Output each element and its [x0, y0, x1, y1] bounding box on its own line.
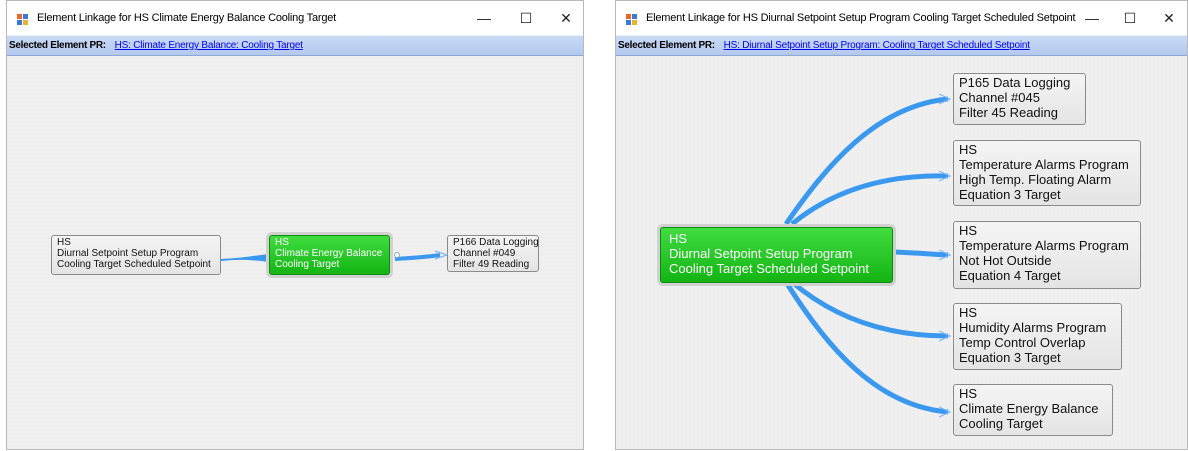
node-line: Channel #049 — [453, 248, 516, 259]
node-target-4[interactable]: HS Humidity Alarms Program Temp Control … — [953, 303, 1122, 370]
node-line: Climate Energy Balance — [275, 248, 383, 259]
node-line: P166 Data Logging — [453, 237, 539, 248]
edge-source-to-selected — [221, 254, 269, 262]
app-icon — [626, 14, 637, 25]
node-line: Filter 49 Reading — [453, 259, 530, 270]
node-line: HS — [959, 305, 978, 320]
node-line: Temperature Alarms Program — [959, 238, 1129, 253]
node-line: HS — [275, 237, 289, 248]
node-line: Climate Energy Balance — [959, 401, 1099, 416]
node-line: Not Hot Outside — [959, 253, 1052, 268]
node-line: Temperature Alarms Program — [959, 157, 1129, 172]
node-line: Cooling Target Scheduled Setpoint — [57, 259, 211, 270]
edge-to-target-1 — [783, 96, 949, 226]
node-line: Humidity Alarms Program — [959, 320, 1107, 335]
node-line: HS — [959, 223, 978, 238]
window-title: Element Linkage for HS Climate Energy Ba… — [37, 12, 337, 24]
selected-element-bar: Selected Element PR: HS: Diurnal Setpoin… — [616, 36, 1187, 56]
edge-selected-to-target — [394, 253, 441, 261]
edge-to-target-3 — [885, 249, 949, 258]
edge-to-target-5 — [783, 280, 949, 415]
node-line: HS — [57, 237, 71, 248]
node-source[interactable]: HS Diurnal Setpoint Setup Program Coolin… — [51, 235, 221, 275]
node-line: HS — [959, 142, 978, 157]
window-title: Element Linkage for HS Diurnal Setpoint … — [646, 12, 1076, 24]
selected-element-link[interactable]: HS: Climate Energy Balance: Cooling Targ… — [115, 40, 303, 51]
title-bar[interactable]: Element Linkage for HS Diurnal Setpoint … — [616, 1, 1187, 35]
title-bar[interactable]: Element Linkage for HS Climate Energy Ba… — [7, 1, 583, 35]
edge-port — [394, 252, 400, 258]
linkage-window-2: Element Linkage for HS Diurnal Setpoint … — [615, 0, 1188, 450]
node-target-1[interactable]: P165 Data Logging Channel #045 Filter 45… — [953, 73, 1086, 125]
close-button[interactable]: ✕ — [549, 6, 583, 30]
linkage-window-1: Element Linkage for HS Climate Energy Ba… — [6, 0, 584, 450]
node-line: Cooling Target — [275, 259, 340, 270]
node-target-2[interactable]: HS Temperature Alarms Program High Temp.… — [953, 140, 1141, 206]
node-line: P165 Data Logging — [959, 75, 1071, 90]
node-line: Diurnal Setpoint Setup Program — [669, 246, 853, 261]
node-line: Equation 3 Target — [959, 350, 1061, 365]
node-selected[interactable]: HS Climate Energy Balance Cooling Target — [269, 235, 390, 275]
maximize-button[interactable]: ☐ — [509, 6, 543, 30]
node-line: Equation 3 Target — [959, 187, 1061, 202]
linkage-canvas: HS Diurnal Setpoint Setup Program Coolin… — [7, 56, 583, 449]
node-line: Channel #045 — [959, 90, 1040, 105]
selected-element-label: Selected Element PR: — [618, 40, 715, 51]
minimize-button[interactable]: — — [1075, 6, 1109, 30]
node-line: Cooling Target Scheduled Setpoint — [669, 261, 869, 276]
linkage-canvas: HS Diurnal Setpoint Setup Program Coolin… — [616, 56, 1187, 449]
selected-element-bar: Selected Element PR: HS: Climate Energy … — [7, 36, 583, 56]
node-line: HS — [959, 386, 978, 401]
node-target-5[interactable]: HS Climate Energy Balance Cooling Target — [953, 384, 1113, 436]
node-target[interactable]: P166 Data Logging Channel #049 Filter 49… — [447, 235, 539, 272]
node-selected[interactable]: HS Diurnal Setpoint Setup Program Coolin… — [660, 227, 893, 283]
node-line: Cooling Target — [959, 416, 1043, 431]
node-line: HS — [669, 231, 688, 246]
node-line: Filter 45 Reading — [959, 105, 1058, 120]
node-line: Equation 4 Target — [959, 268, 1061, 283]
node-line: Temp Control Overlap — [959, 335, 1086, 350]
minimize-button[interactable]: — — [467, 6, 501, 30]
node-target-3[interactable]: HS Temperature Alarms Program Not Hot Ou… — [953, 221, 1141, 289]
selected-element-link[interactable]: HS: Diurnal Setpoint Setup Program: Cool… — [724, 40, 1030, 51]
close-button[interactable]: ✕ — [1152, 6, 1186, 30]
selected-element-label: Selected Element PR: — [9, 40, 106, 51]
node-line: High Temp. Floating Alarm — [959, 172, 1112, 187]
app-icon — [17, 14, 28, 25]
node-line: Diurnal Setpoint Setup Program — [57, 248, 199, 259]
maximize-button[interactable]: ☐ — [1113, 6, 1147, 30]
